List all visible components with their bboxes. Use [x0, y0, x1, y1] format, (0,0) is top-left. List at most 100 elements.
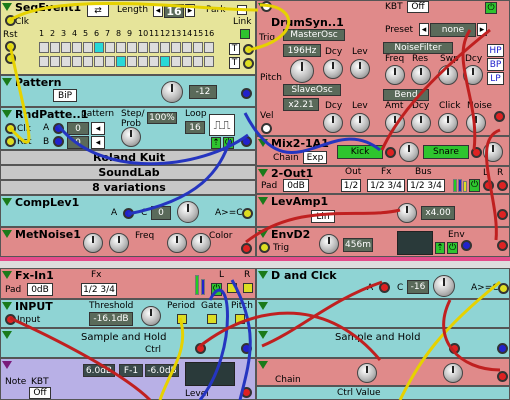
module-collapse-icon[interactable]: [258, 361, 268, 369]
a-value[interactable]: 0: [67, 122, 89, 135]
filter-lp-button[interactable]: LP: [487, 72, 504, 85]
preset-dec-button[interactable]: ◂: [419, 23, 429, 36]
compare-output-jack[interactable]: [498, 283, 509, 294]
compare-output-jack[interactable]: [242, 208, 253, 219]
b-input-jack[interactable]: [53, 136, 64, 147]
right-output-square[interactable]: [243, 283, 253, 293]
sh-input-jack[interactable]: [195, 343, 206, 354]
master-lev-knob[interactable]: [350, 59, 370, 79]
pad-value[interactable]: 0dB: [27, 283, 53, 296]
gain-knob[interactable]: [397, 203, 417, 223]
level-value-1[interactable]: 6.0dB: [83, 364, 115, 377]
c-value[interactable]: -16: [407, 280, 429, 294]
module-collapse-icon[interactable]: [2, 198, 12, 206]
module-collapse-icon[interactable]: [2, 3, 12, 11]
link-toggle[interactable]: [240, 29, 250, 39]
step-cell-r2-15[interactable]: [193, 56, 203, 67]
step-cell-r1-6[interactable]: [94, 42, 104, 53]
module-collapse-icon[interactable]: [2, 230, 12, 238]
module-collapse-icon[interactable]: [2, 302, 12, 310]
slave-lev-knob[interactable]: [350, 113, 370, 133]
chain-knob-1[interactable]: [357, 363, 377, 383]
pattern-output-jack[interactable]: [241, 88, 252, 99]
note-value[interactable]: F-1: [119, 364, 143, 377]
step-cell-r1-7[interactable]: [105, 42, 115, 53]
kbt-off-button[interactable]: Off: [29, 387, 51, 399]
levamp-output-jack[interactable]: [497, 209, 508, 220]
kick-level-knob[interactable]: [399, 142, 419, 162]
module-collapse-icon[interactable]: [2, 78, 12, 86]
chain-knob-2[interactable]: [443, 363, 463, 383]
vel-input-jack[interactable]: [261, 123, 272, 134]
prob-value[interactable]: 100%: [147, 112, 177, 124]
step-cell-r1-9[interactable]: [127, 42, 137, 53]
step-cell-r1-15[interactable]: [193, 42, 203, 53]
step-cell-r1-8[interactable]: [116, 42, 126, 53]
fx-select[interactable]: 1/2 3/4: [367, 179, 405, 192]
gate-output-square[interactable]: [207, 314, 217, 324]
step-cell-r1-5[interactable]: [83, 42, 93, 53]
a-input-jack[interactable]: [53, 123, 64, 134]
kick-input-jack[interactable]: [385, 147, 396, 158]
drum-power-button[interactable]: ⏻: [485, 2, 497, 14]
step-cell-r1-3[interactable]: [61, 42, 71, 53]
env-audio-output-jack[interactable]: [497, 240, 508, 251]
length-inc-button[interactable]: ▸: [185, 4, 195, 17]
loop-input-jack[interactable]: [5, 53, 16, 64]
module-collapse-icon[interactable]: [258, 139, 268, 147]
chain-output-jack[interactable]: [497, 371, 508, 382]
pitch-knob[interactable]: [290, 59, 314, 83]
mod-knob-1[interactable]: [83, 233, 103, 253]
nf-freq-knob[interactable]: [385, 65, 405, 85]
master-dcy-knob[interactable]: [323, 59, 343, 79]
lin-button[interactable]: Lin: [311, 210, 335, 223]
freq-knob[interactable]: [167, 233, 187, 253]
click-knob[interactable]: [438, 113, 458, 133]
row2-trigger-button[interactable]: T: [229, 57, 240, 69]
step-cell-r2-11[interactable]: [149, 56, 159, 67]
module-collapse-icon[interactable]: [258, 302, 268, 310]
fx-power-button[interactable]: ⏻: [211, 283, 222, 296]
filter-bp-button[interactable]: BP: [487, 58, 504, 71]
module-collapse-icon[interactable]: [258, 271, 268, 279]
noise-knob[interactable]: [466, 113, 486, 133]
slave-dcy-knob[interactable]: [323, 113, 343, 133]
sh-output-jack[interactable]: [241, 343, 252, 354]
module-collapse-icon[interactable]: [2, 361, 12, 369]
step-cell-r1-10[interactable]: [138, 42, 148, 53]
park-led[interactable]: [237, 5, 247, 15]
step-cell-r2-12[interactable]: [160, 56, 170, 67]
decay-knob[interactable]: [319, 234, 339, 254]
step-cell-r1-1[interactable]: [39, 42, 49, 53]
pattern-value[interactable]: -12: [189, 85, 217, 99]
rnd-output-jack[interactable]: [241, 136, 252, 147]
row1-trigger-button[interactable]: T: [229, 43, 240, 55]
step-cell-r2-7[interactable]: [105, 56, 115, 67]
kbt-off-button[interactable]: Off: [407, 1, 429, 13]
input-jack[interactable]: [5, 314, 16, 325]
step-cell-r2-3[interactable]: [61, 56, 71, 67]
nf-dcy-knob[interactable]: [463, 65, 483, 85]
module-collapse-icon[interactable]: [258, 331, 268, 339]
length-dec-button[interactable]: ◂: [153, 4, 163, 17]
pad-value[interactable]: 0dB: [283, 179, 309, 192]
pattern-knob[interactable]: [161, 81, 183, 103]
c-value[interactable]: 0: [151, 206, 171, 220]
step-cell-r2-13[interactable]: [171, 56, 181, 67]
step-cell-r1-14[interactable]: [182, 42, 192, 53]
seq-toggle-button[interactable]: ⇄: [87, 4, 109, 17]
exp-button[interactable]: Exp: [303, 151, 327, 164]
step-cell-r1-16[interactable]: [204, 42, 214, 53]
length-value[interactable]: 16: [164, 4, 184, 18]
threshold-value[interactable]: -16.1dB: [89, 312, 133, 326]
env-power-button[interactable]: ⏻: [447, 242, 458, 254]
env-mode-button[interactable]: ⇡: [435, 242, 445, 254]
bip-button[interactable]: BiP: [53, 89, 77, 102]
metnoise-output-jack[interactable]: [241, 243, 252, 254]
master-freq-value[interactable]: 196Hz: [283, 44, 321, 57]
row2-output-jack[interactable]: [243, 58, 254, 69]
clk-input-jack[interactable]: [5, 15, 16, 26]
c-knob[interactable]: [177, 201, 199, 223]
preset-value[interactable]: none: [430, 23, 476, 37]
left-input-jack[interactable]: [483, 180, 494, 191]
